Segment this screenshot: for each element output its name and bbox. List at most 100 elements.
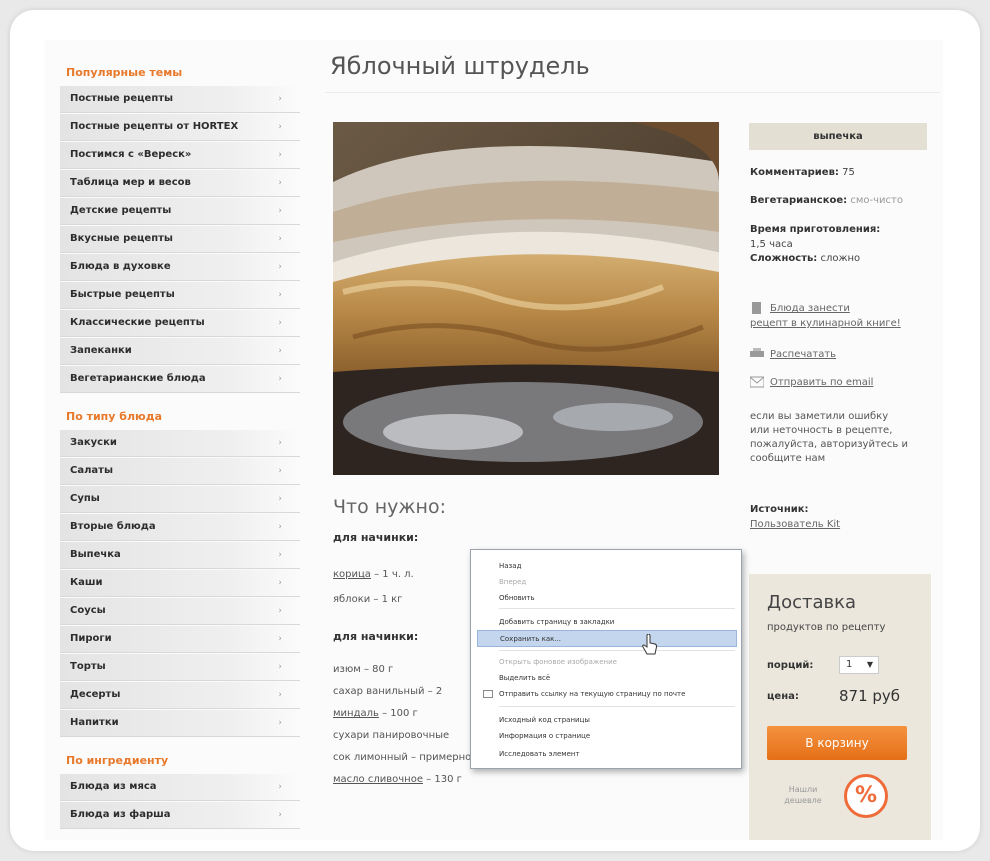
sidebar-item-ingredient-1[interactable]: Блюда из фарша › [60,802,300,829]
ingredient-item: яблоки – 1 кг [333,594,402,605]
sidebar-item-popular-5[interactable]: Вкусные рецепты › [60,226,300,253]
context-menu-item[interactable]: Обновить [477,590,737,607]
chevron-right-icon: › [278,94,282,104]
sidebar-dish-type-list: Закуски › Салаты › Супы › Вторые блюда › Выпечка… [60,430,300,737]
ingredient-amount: яблоки – 1 кг [333,594,403,605]
sidebar-item-popular-9[interactable]: Запеканки › [60,338,300,365]
ingredient-link[interactable]: корица [333,569,371,580]
vegetarian-info: Вегетарианское: смо-чисто [750,195,903,206]
sidebar-item-label: Детские рецепты [70,205,172,216]
add-to-cart-button[interactable]: В корзину [767,726,907,760]
printer-icon [750,348,764,357]
sidebar-item-popular-2[interactable]: Постимся с «Вереск» › [60,142,300,169]
sidebar-item-dish-type-1[interactable]: Салаты › [60,458,300,485]
sidebar-item-ingredient-0[interactable]: Блюда из мяса › [60,774,300,801]
error-note: если вы заметили ошибку или неточность в … [750,410,908,466]
portions-label: порций: [767,660,814,671]
cheaper-text[interactable]: Нашли дешевле [773,784,833,806]
save-to-book-link[interactable]: Блюда занести [750,302,850,314]
chevron-right-icon: › [278,550,282,560]
book-icon [752,302,761,314]
delivery-subtitle: продуктов по рецепту [767,622,886,633]
difficulty-label: Сложность: [750,253,818,264]
discount-percent-icon[interactable]: % [844,774,888,818]
context-menu-item[interactable]: Информация о странице [477,728,737,745]
context-menu-item[interactable]: Исходный код страницы [477,712,737,729]
sidebar-item-popular-3[interactable]: Таблица мер и весов › [60,170,300,197]
sidebar-item-popular-0[interactable]: Постные рецепты › [60,86,300,113]
chevron-right-icon: › [278,290,282,300]
sidebar-item-popular-4[interactable]: Детские рецепты › [60,198,300,225]
chevron-right-icon: › [278,346,282,356]
page-title: Яблочный штрудель [330,52,590,80]
chevron-right-icon: › [278,178,282,188]
portions-value: 1 [846,659,853,670]
context-menu-item[interactable]: Выделить всё [477,670,737,687]
context-menu-item[interactable]: Исследовать элемент [477,746,737,763]
save-to-book-link-2[interactable]: рецепт в кулинарной книге! [750,318,901,329]
source-link[interactable]: Пользователь Kit [750,519,840,530]
sidebar: Популярные темы Постные рецепты › Постные … [60,60,300,830]
sidebar-item-dish-type-3[interactable]: Вторые блюда › [60,514,300,541]
error-note-line: или неточность в рецепте, [750,425,893,436]
sidebar-item-label: Блюда из фарша [70,809,171,820]
portions-select[interactable]: 1 ▼ [839,656,879,674]
sidebar-item-dish-type-0[interactable]: Закуски › [60,430,300,457]
context-menu-item[interactable]: Отправить ссылку на текущую страницу по … [477,686,737,703]
category-button[interactable]: выпечка [749,123,927,150]
context-menu-item: Вперед [499,578,527,586]
context-menu-item[interactable]: Назад [477,558,737,575]
email-link[interactable]: Отправить по email [750,376,873,388]
sidebar-heading-ingredient: По ингредиенту [66,754,169,767]
ingredient-link[interactable]: масло сливочное [333,774,423,785]
sidebar-item-dish-type-10[interactable]: Напитки › [60,710,300,737]
sidebar-item-dish-type-4[interactable]: Выпечка › [60,542,300,569]
context-menu-item[interactable]: Сохранить как... [477,630,737,647]
mail-icon [750,376,764,388]
chevron-right-icon: › [278,578,282,588]
sidebar-item-label: Каши [70,577,103,588]
price-value: 871 руб [839,687,901,705]
chevron-right-icon: › [278,374,282,384]
sidebar-item-popular-7[interactable]: Быстрые рецепты › [60,282,300,309]
sidebar-item-label: Пироги [70,633,112,644]
sidebar-heading-popular: Популярные темы [66,66,183,79]
filling-heading-2: для начинки: [333,630,419,643]
sidebar-item-label: Классические рецепты [70,317,205,328]
context-menu-item: Открыть фоновое изображение [499,658,617,666]
sidebar-item-dish-type-9[interactable]: Десерты › [60,682,300,709]
sidebar-item-dish-type-8[interactable]: Торты › [60,654,300,681]
chevron-right-icon: › [278,782,282,792]
ingredient-amount: изюм – 80 г [333,664,394,675]
chevron-right-icon: › [278,466,282,476]
ingredient-amount: – 100 г [378,708,418,719]
hand-cursor-icon [642,634,658,655]
sidebar-item-label: Постные рецепты от HORTEX [70,121,239,132]
sidebar-item-popular-6[interactable]: Блюда в духовке › [60,254,300,281]
sidebar-item-label: Вкусные рецепты [70,233,173,244]
vegetarian-label: Вегетарианское: [750,195,848,206]
sidebar-item-label: Выпечка [70,549,121,560]
sidebar-item-dish-type-5[interactable]: Каши › [60,570,300,597]
ingredient-link[interactable]: миндаль [333,708,379,719]
time-label: Время приготовления: [750,224,881,235]
print-link[interactable]: Распечатать [750,348,836,360]
ingredient-amount: сухари панировочные [333,730,450,741]
chevron-down-icon: ▼ [866,660,873,669]
context-menu-item[interactable]: Добавить страницу в закладки [477,614,737,631]
sidebar-item-label: Запеканки [70,345,132,356]
sidebar-item-dish-type-7[interactable]: Пироги › [60,626,300,653]
comments-label: Комментариев: [750,167,839,178]
ingredient-item: сахар ванильный – 2 [333,686,442,697]
chevron-right-icon: › [278,606,282,616]
comments-info: Комментариев: 75 [750,167,855,178]
sidebar-item-dish-type-6[interactable]: Соусы › [60,598,300,625]
sidebar-item-popular-1[interactable]: Постные рецепты от HORTEX › [60,114,300,141]
delivery-box: Доставка продуктов по рецепту порций: 1 … [749,574,931,840]
filling-heading-1: для начинки: [333,531,419,544]
chevron-right-icon: › [278,718,282,728]
sidebar-item-dish-type-2[interactable]: Супы › [60,486,300,513]
difficulty-info: Сложность: сложно [750,253,860,264]
sidebar-item-popular-8[interactable]: Классические рецепты › [60,310,300,337]
sidebar-item-popular-10[interactable]: Вегетарианские блюда › [60,366,300,393]
